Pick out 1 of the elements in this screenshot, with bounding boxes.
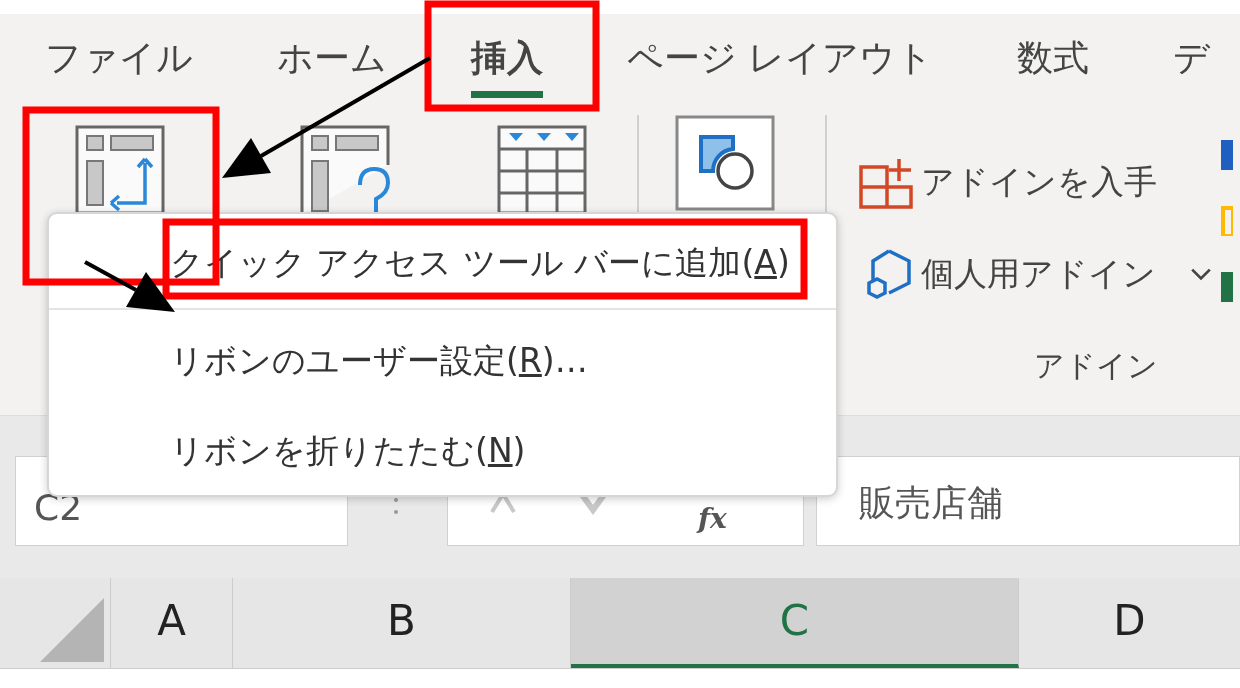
group-label: アドイン [1033, 347, 1159, 385]
